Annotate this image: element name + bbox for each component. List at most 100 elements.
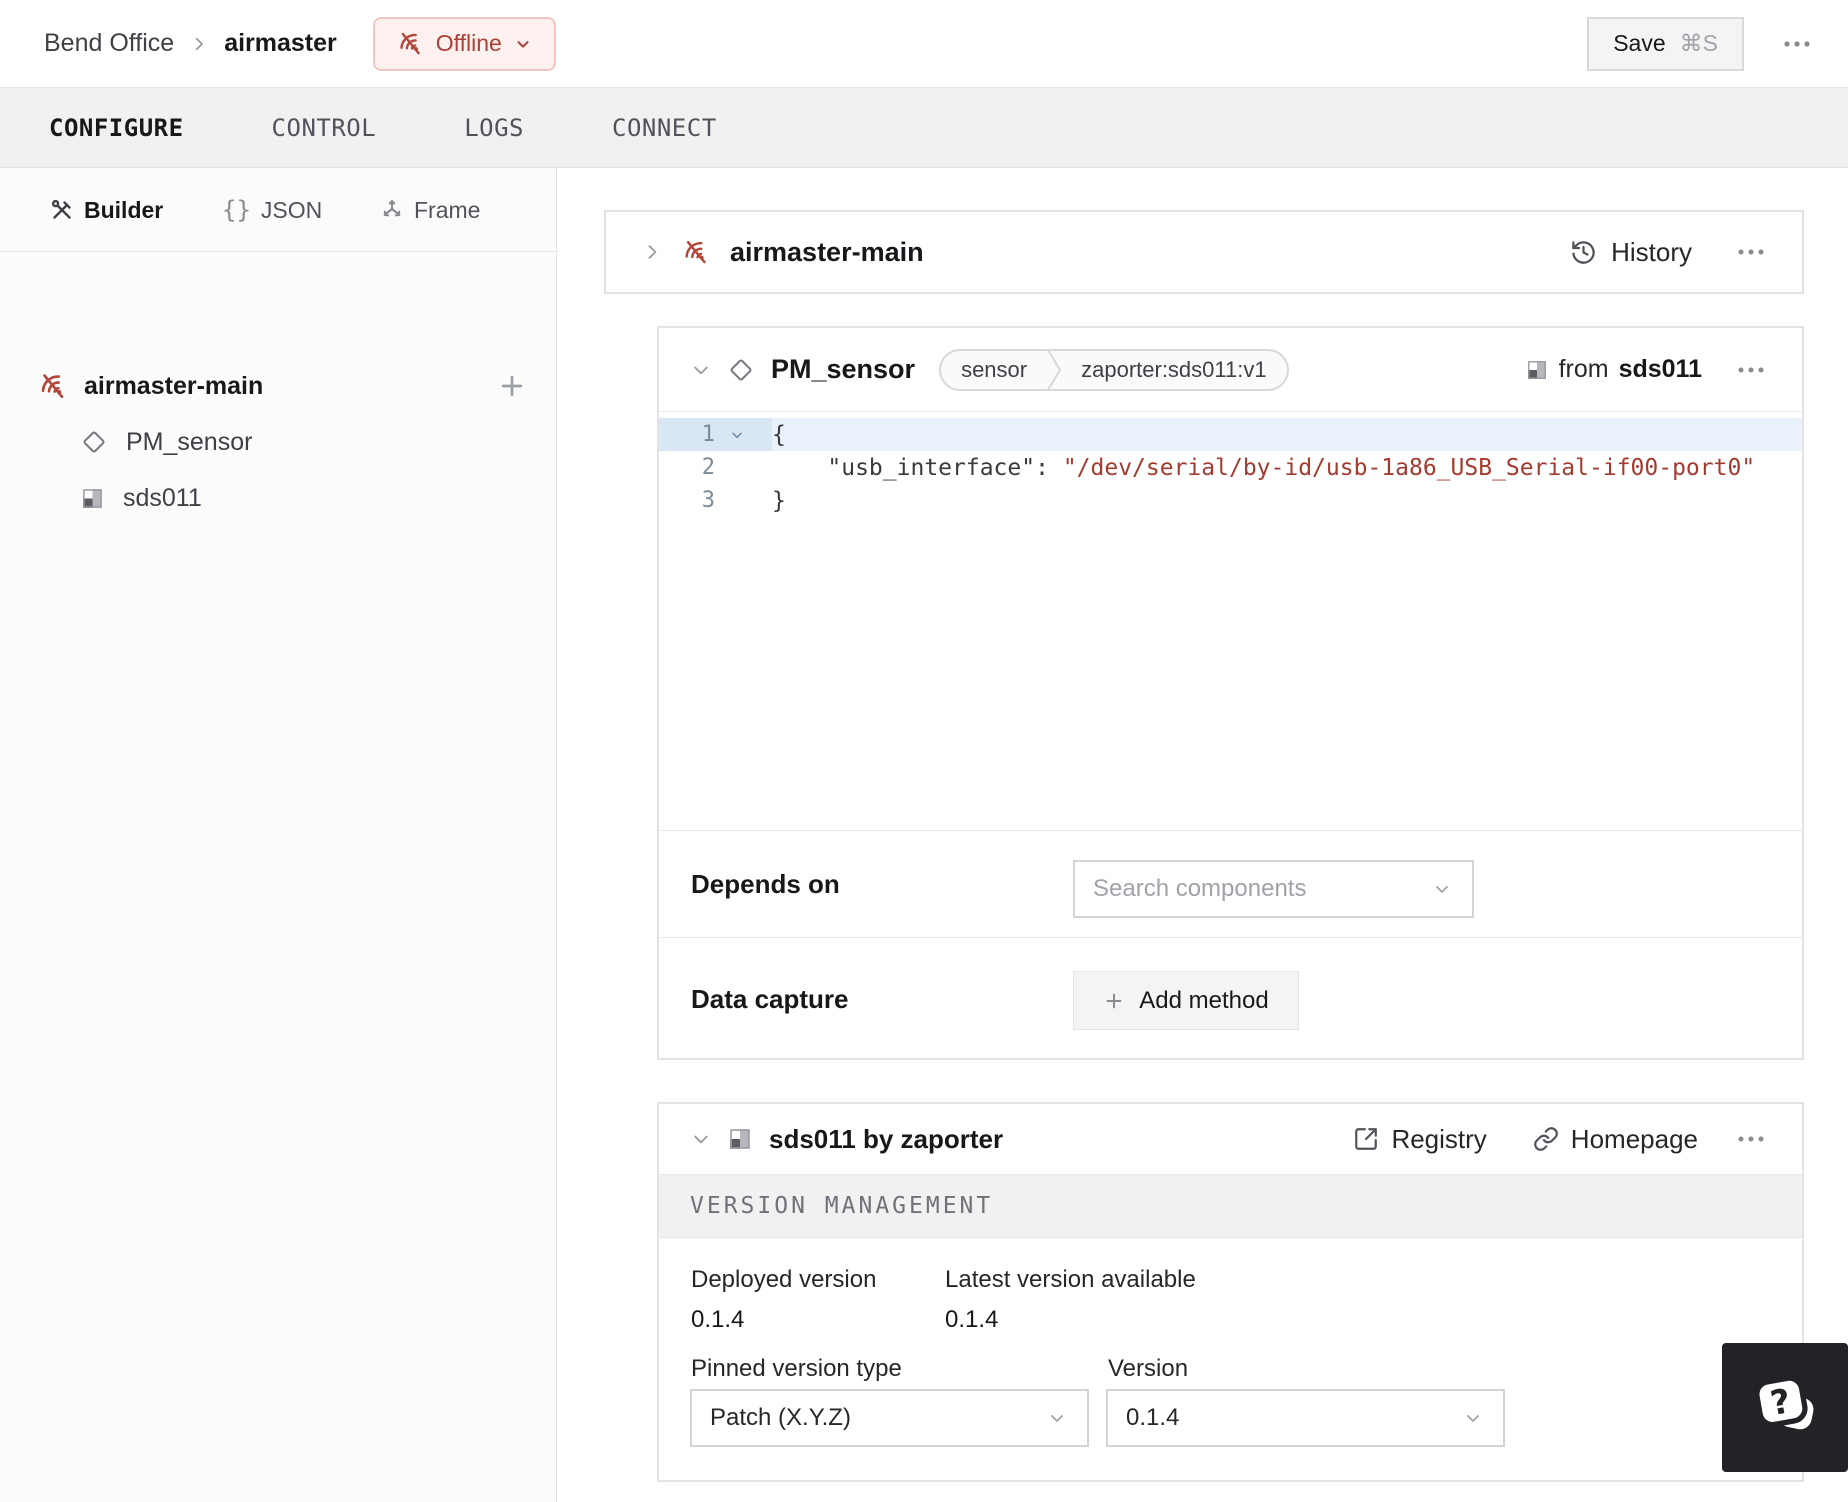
view-mode-row: Builder {} JSON Frame [0, 168, 556, 252]
from-text: from [1558, 355, 1609, 383]
chip-type: sensor [961, 356, 1028, 382]
chip-divider-icon [1047, 350, 1062, 389]
chevron-down-icon [517, 40, 529, 48]
code-text: { [772, 421, 786, 448]
tree-item-component[interactable]: PM_sensor [80, 416, 252, 468]
version-management-label: VERSION MANAGEMENT [690, 1193, 994, 1219]
help-question-icon: ? [1754, 1375, 1814, 1429]
code-text: "usb_interface": "/dev/serial/by-id/usb-… [827, 454, 1756, 481]
mode-frame[interactable]: Frame [380, 168, 480, 252]
component-type-chip: sensor zaporter:sds011:v1 [939, 348, 1289, 391]
component-card: PM_sensor sensor zaporter:sds011:v1 from… [657, 326, 1804, 1060]
chevron-down-icon [1047, 1408, 1067, 1428]
data-capture-section: Data capture Add method [659, 937, 1802, 1060]
save-button[interactable]: Save ⌘S [1587, 16, 1744, 71]
machine-part-card: airmaster-main History [604, 210, 1804, 294]
code-line[interactable]: 3 } [659, 484, 1802, 517]
mode-builder-label: Builder [84, 196, 164, 223]
homepage-label: Homepage [1570, 1123, 1698, 1154]
module-icon [83, 488, 102, 508]
status-label: Offline [435, 30, 502, 56]
breadcrumb-parent[interactable]: Bend Office [44, 29, 174, 58]
deployed-version-label: Deployed version [691, 1266, 877, 1293]
latest-version-value: 0.1.4 [945, 1306, 999, 1333]
pinned-version-type-value: Patch (X.Y.Z) [710, 1404, 851, 1431]
tree-machine-name: airmaster-main [84, 371, 264, 400]
help-widget-button[interactable]: ? [1722, 1343, 1848, 1472]
module-card: sds011 by zaporter Registry Homepage VER… [657, 1102, 1804, 1482]
component-diamond-icon [730, 358, 752, 381]
history-icon [1572, 240, 1595, 264]
component-card-header: PM_sensor sensor zaporter:sds011:v1 from… [659, 328, 1802, 412]
data-capture-label: Data capture [691, 983, 849, 1014]
depends-on-label: Depends on [691, 868, 840, 899]
code-text: } [772, 487, 786, 514]
tree-component-name: PM_sensor [126, 427, 253, 456]
json-attributes-editor[interactable]: 1 { 2 "usb_interface": "/dev/serial/by-i… [659, 418, 1802, 836]
mode-json[interactable]: {} JSON [222, 168, 322, 252]
tab-connect[interactable]: CONNECT [612, 114, 717, 142]
collapse-chevron-down-icon[interactable] [691, 1129, 711, 1149]
tree-item-module[interactable]: sds011 [80, 472, 202, 524]
depends-on-placeholder: Search components [1093, 875, 1307, 902]
depends-on-select[interactable]: Search components [1073, 860, 1474, 918]
wifi-off-icon [41, 374, 64, 399]
frame-axes-icon [383, 199, 401, 217]
expand-chevron-right-icon[interactable] [642, 242, 662, 262]
homepage-link[interactable]: Homepage [1533, 1124, 1698, 1155]
chevron-down-icon [1432, 879, 1452, 899]
depends-on-section: Depends on Search components [659, 830, 1802, 937]
link-icon [1533, 1127, 1558, 1151]
fold-chevron-icon[interactable] [715, 428, 759, 442]
machine-part-title: airmaster-main [730, 236, 924, 267]
topbar-overflow-menu[interactable] [1782, 39, 1812, 49]
deployed-version-value: 0.1.4 [691, 1306, 745, 1333]
plus-icon [1106, 993, 1122, 1008]
top-bar: Bend Office airmaster Offline Save ⌘S [0, 0, 1848, 88]
braces-icon: {} [222, 196, 251, 224]
code-line[interactable]: 1 { [659, 418, 1802, 451]
pinned-version-type-select[interactable]: Patch (X.Y.Z) [690, 1389, 1089, 1447]
module-card-menu[interactable] [1736, 1134, 1766, 1144]
pinned-version-type-label: Pinned version type [691, 1355, 902, 1382]
version-label: Version [1108, 1355, 1189, 1382]
module-icon [1527, 360, 1546, 379]
plus-icon [501, 375, 523, 397]
chip-model: zaporter:sds011:v1 [1081, 356, 1267, 382]
line-number: 3 [701, 488, 715, 513]
mode-json-label: JSON [260, 196, 323, 223]
line-number: 1 [701, 422, 715, 447]
machine-card-menu[interactable] [1736, 247, 1766, 257]
registry-link[interactable]: Registry [1353, 1123, 1487, 1155]
component-card-menu[interactable] [1736, 365, 1766, 375]
mode-frame-label: Frame [414, 196, 481, 223]
save-shortcut: ⌘S [1679, 30, 1718, 56]
tab-configure[interactable]: CONFIGURE [49, 114, 184, 142]
module-card-header: sds011 by zaporter Registry Homepage [659, 1104, 1802, 1174]
from-module-label: from sds011 [1525, 355, 1702, 384]
collapse-chevron-down-icon[interactable] [691, 360, 711, 380]
mode-builder[interactable]: Builder [50, 168, 163, 252]
breadcrumb: Bend Office airmaster [44, 29, 337, 58]
wifi-off-icon [400, 32, 420, 55]
component-title: PM_sensor [771, 354, 916, 384]
add-method-button[interactable]: Add method [1073, 971, 1299, 1030]
registry-label: Registry [1391, 1123, 1487, 1154]
history-button[interactable]: History [1570, 237, 1692, 268]
tree-module-name: sds011 [123, 483, 202, 512]
component-diamond-icon [83, 431, 105, 453]
version-value: 0.1.4 [1126, 1404, 1180, 1431]
code-line[interactable]: 2 "usb_interface": "/dev/serial/by-id/us… [659, 451, 1802, 484]
main-tab-bar: CONFIGURE CONTROL LOGS CONNECT [0, 88, 1848, 168]
version-management-content: Deployed version Latest version availabl… [659, 1238, 1802, 1480]
machine-status-dropdown[interactable]: Offline [372, 16, 556, 71]
wifi-off-icon [685, 240, 706, 264]
tab-control[interactable]: CONTROL [272, 114, 377, 142]
add-component-button[interactable] [492, 366, 532, 406]
from-module-name: sds011 [1618, 355, 1702, 383]
version-select[interactable]: 0.1.4 [1106, 1389, 1505, 1447]
tab-logs[interactable]: LOGS [464, 114, 524, 142]
breadcrumb-current: airmaster [224, 29, 337, 57]
tree-item-machine[interactable]: airmaster-main [38, 360, 263, 412]
line-number: 2 [701, 455, 715, 480]
